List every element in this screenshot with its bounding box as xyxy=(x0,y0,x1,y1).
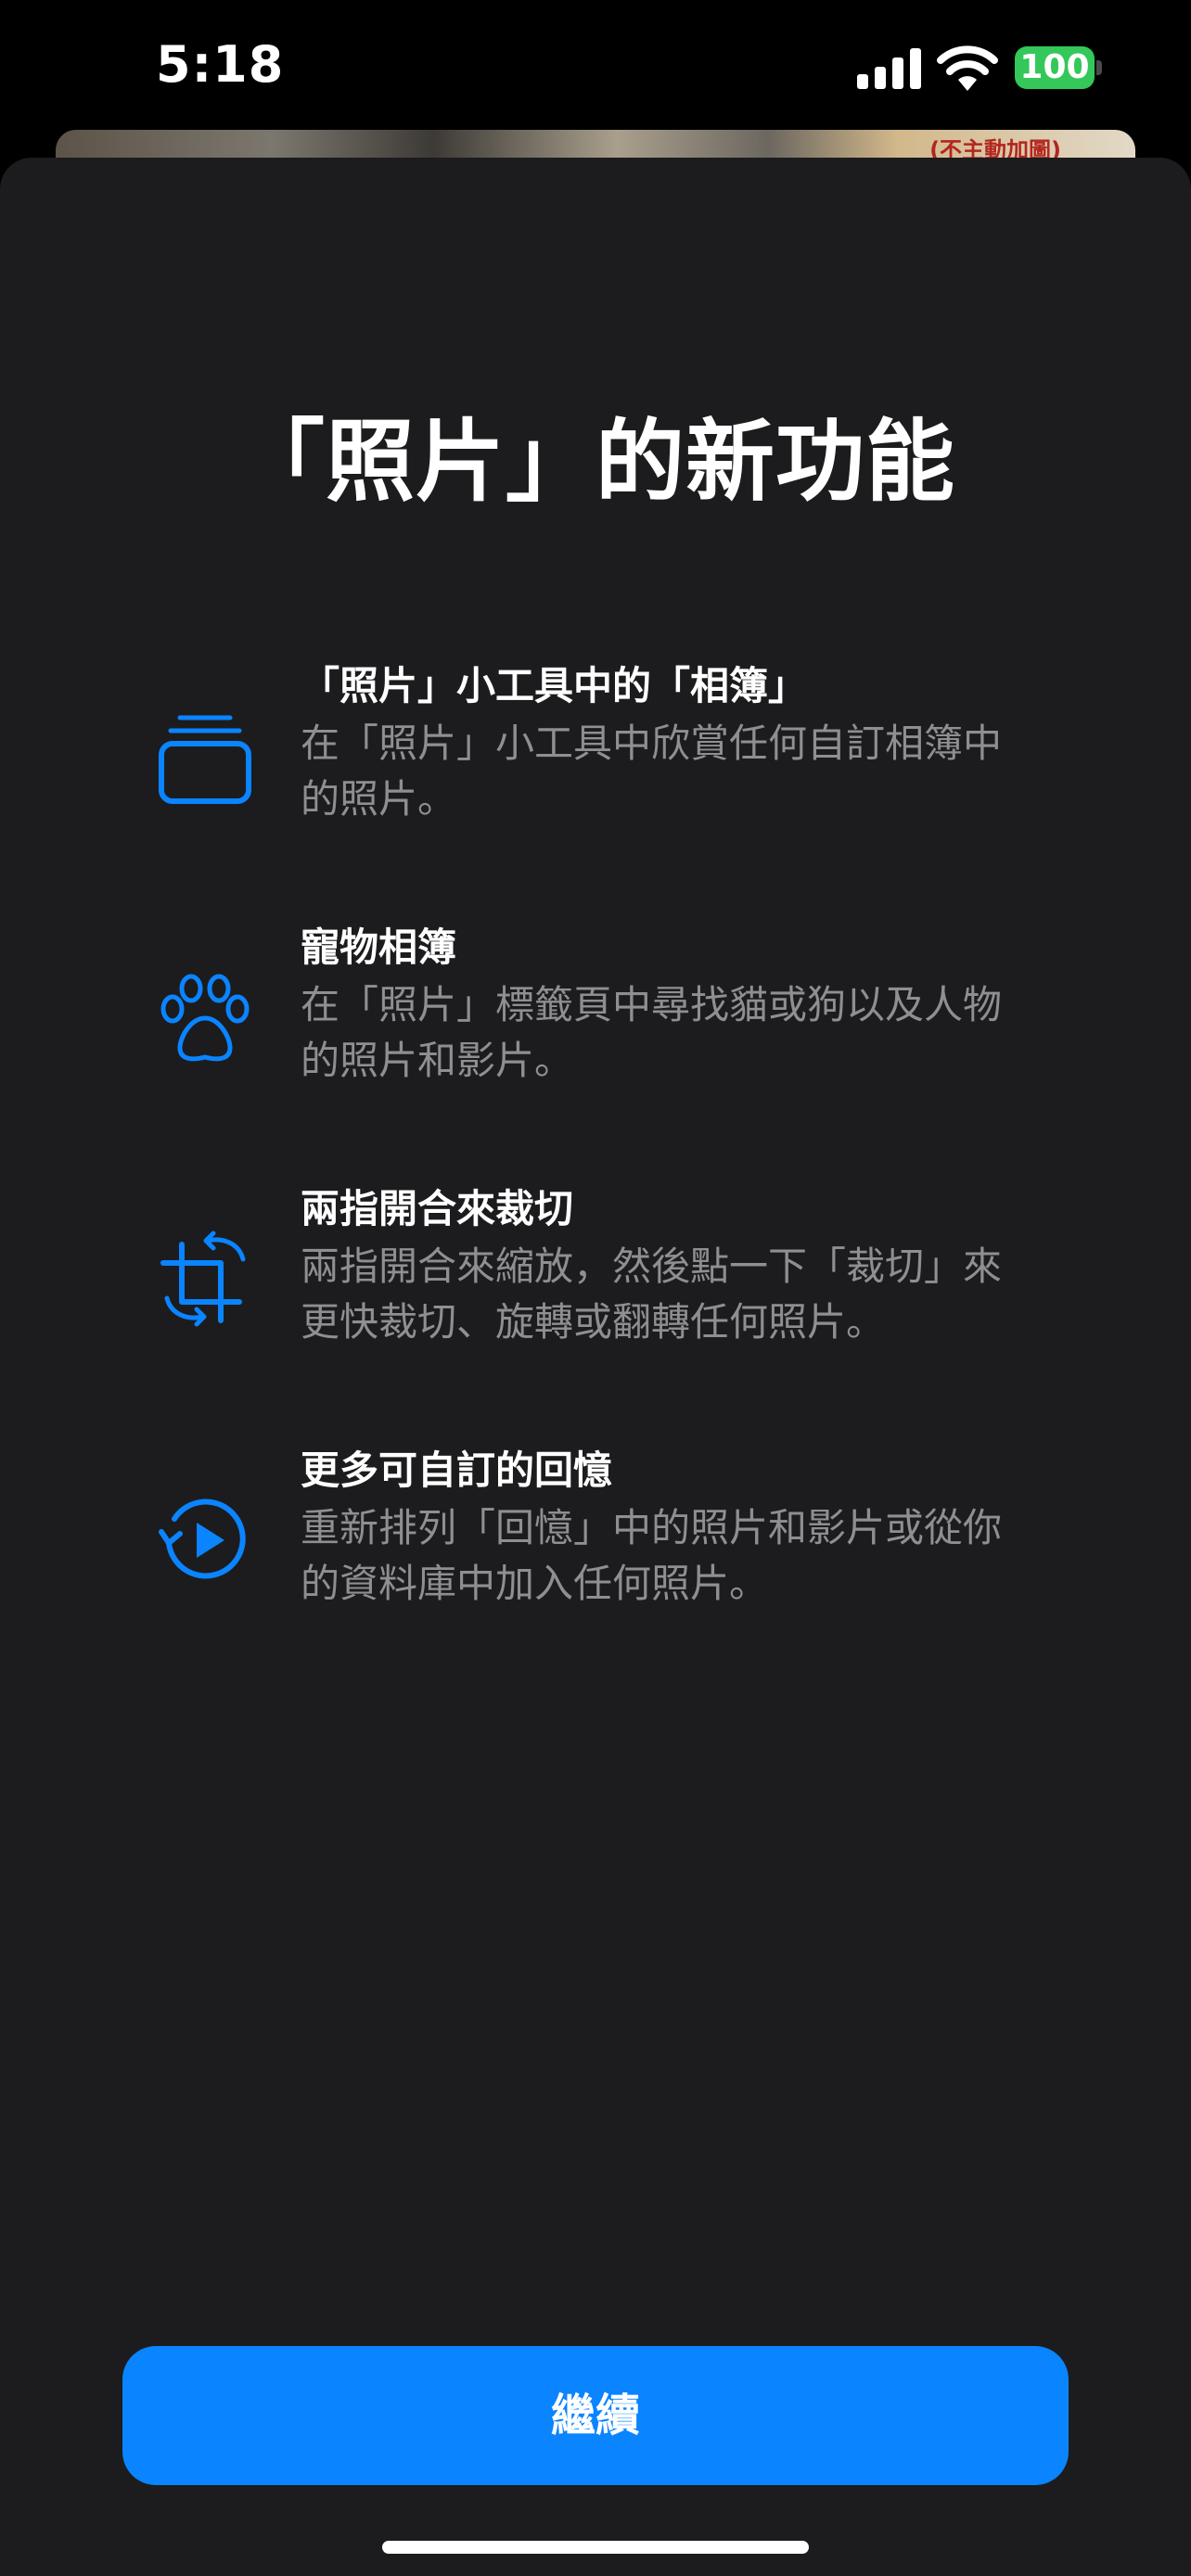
album-stack-icon xyxy=(159,715,251,804)
feature-description: 在「照片」小工具中欣賞任何自訂相簿中的照片。 xyxy=(301,721,1003,822)
screen: 5:18 100 (不主動加圖) 「照片」的新功能 「照片」小工具中的「相簿」 … xyxy=(0,0,1191,2576)
wifi-icon xyxy=(937,45,998,91)
home-indicator[interactable] xyxy=(382,2541,809,2554)
battery-level: 100 xyxy=(1015,46,1095,89)
crop-rotate-icon xyxy=(160,1231,246,1327)
memories-play-icon xyxy=(159,1498,246,1579)
sheet-title: 「照片」的新功能 xyxy=(236,410,955,514)
status-time: 5:18 xyxy=(156,35,285,94)
feature-title: 「照片」小工具中的「相簿」 xyxy=(301,663,808,708)
feature-title: 兩指開合來裁切 xyxy=(301,1186,574,1231)
battery-tip xyxy=(1096,60,1102,75)
feature-title: 寵物相簿 xyxy=(301,925,457,970)
feature-description: 在「照片」標籤頁中尋找貓或狗以及人物的照片和影片。 xyxy=(301,982,1003,1083)
continue-button[interactable]: 繼續 xyxy=(122,2346,1069,2485)
feature-description: 兩指開合來縮放，然後點一下「裁切」來更快裁切、旋轉或翻轉任何照片。 xyxy=(301,1243,1003,1345)
status-bar: 5:18 100 xyxy=(0,0,1191,139)
battery-icon: 100 xyxy=(1015,46,1102,89)
pawprint-icon xyxy=(160,974,250,1062)
feature-title: 更多可自訂的回憶 xyxy=(301,1447,613,1493)
cellular-signal-icon xyxy=(857,48,921,89)
feature-description: 重新排列「回憶」中的照片和影片或從你的資料庫中加入任何照片。 xyxy=(301,1505,1003,1606)
whats-new-sheet: 「照片」的新功能 「照片」小工具中的「相簿」 在「照片」小工具中欣賞任何自訂相簿… xyxy=(0,158,1191,2576)
